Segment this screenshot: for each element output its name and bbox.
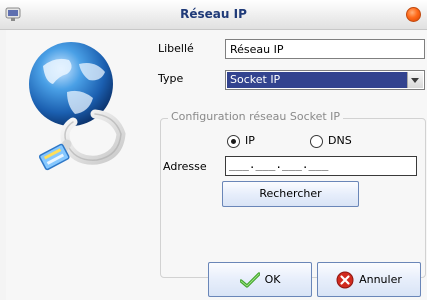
chevron-down-icon[interactable] [407,72,423,88]
close-icon[interactable] [406,7,421,22]
cancel-x-icon [336,271,354,288]
type-label: Type [158,72,184,85]
type-select[interactable]: Socket IP [225,70,425,90]
adresse-label: Adresse [163,160,207,173]
checkmark-icon [239,271,260,288]
libelle-input[interactable] [225,39,425,59]
search-button[interactable]: Rechercher [222,181,359,207]
group-legend: Configuration réseau Socket IP [168,110,344,123]
ip-radio[interactable] [227,135,240,148]
title-bar[interactable]: Réseau IP [0,0,427,30]
dns-radio-label: DNS [328,134,352,147]
ip-address-input[interactable]: ___.___.___.___ [225,156,417,176]
dialog-body: Libellé Type Socket IP Configuration rés… [6,30,427,300]
type-selected-value: Socket IP [227,72,407,88]
cancel-label: Annuler [359,273,402,286]
globe-network-cable-icon [29,42,126,171]
window-title: Réseau IP [180,7,247,21]
ok-label: OK [264,273,281,286]
ip-radio-label: IP [245,134,255,147]
dns-radio[interactable] [310,135,323,148]
cancel-button[interactable]: Annuler [317,262,421,297]
libelle-label: Libellé [158,42,194,55]
ok-button[interactable]: OK [208,262,312,297]
